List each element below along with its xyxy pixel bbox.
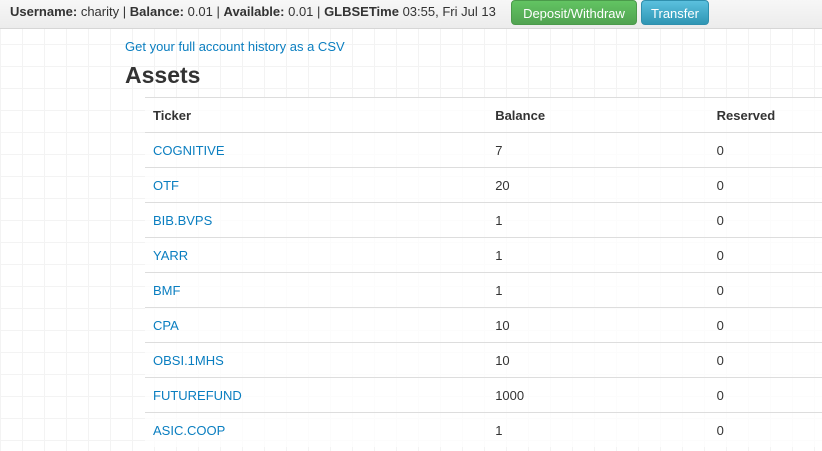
assets-table: Ticker Balance Reserved COGNITIVE 7 0 OTF 20… (145, 97, 822, 447)
username-value: charity (80, 4, 120, 19)
separator: | (122, 4, 127, 19)
csv-history-link[interactable]: Get your full account history as a CSV (125, 39, 345, 54)
reserved-cell: 0 (708, 237, 822, 273)
ticker-link[interactable]: YARR (153, 248, 188, 263)
column-header-ticker: Ticker (145, 97, 488, 133)
reserved-cell: 0 (708, 412, 822, 447)
ticker-cell: OBSI.1MHS (145, 342, 488, 378)
balance-cell: 1000 (487, 377, 709, 413)
page-title: Assets (125, 62, 201, 88)
balance-label: Balance: (129, 4, 184, 19)
reserved-cell: 0 (708, 307, 822, 343)
balance-value: 0.01 (187, 4, 213, 19)
balance-cell: 20 (487, 167, 709, 203)
reserved-cell: 0 (708, 202, 822, 238)
balance-cell: 10 (487, 342, 709, 378)
ticker-link[interactable]: BIB.BVPS (153, 213, 212, 228)
column-header-reserved: Reserved (708, 97, 822, 133)
table-row: YARR 1 0 (145, 237, 822, 273)
ticker-link[interactable]: BMF (153, 283, 180, 298)
separator: | (317, 4, 321, 19)
username-label: Username: (10, 4, 78, 19)
deposit-withdraw-button[interactable]: Deposit/Withdraw (511, 0, 637, 25)
balance-cell: 1 (487, 202, 709, 238)
balance-cell: 1 (487, 272, 709, 308)
reserved-cell: 0 (708, 167, 822, 203)
balance-cell: 7 (487, 132, 709, 168)
reserved-cell: 0 (708, 272, 822, 308)
reserved-cell: 0 (708, 377, 822, 413)
reserved-cell: 0 (708, 342, 822, 378)
ticker-link[interactable]: CPA (153, 318, 179, 333)
reserved-cell: 0 (708, 132, 822, 168)
ticker-link[interactable]: COGNITIVE (153, 143, 225, 158)
available-value: 0.01 (288, 4, 314, 19)
table-row: BMF 1 0 (145, 272, 822, 308)
table-row: FUTUREFUND 1000 0 (145, 377, 822, 413)
balance-cell: 1 (487, 237, 709, 273)
balance-cell: 1 (487, 412, 709, 447)
account-status: Username: charity | Balance: 0.01 | Avai… (10, 4, 496, 20)
ticker-cell: CPA (145, 307, 488, 343)
transfer-button[interactable]: Transfer (641, 0, 709, 25)
table-header-row: Ticker Balance Reserved (145, 97, 822, 133)
table-row: CPA 10 0 (145, 307, 822, 343)
column-header-balance: Balance (487, 97, 709, 133)
ticker-link[interactable]: OTF (153, 178, 179, 193)
table-row: OBSI.1MHS 10 0 (145, 342, 822, 378)
ticker-cell: BMF (145, 272, 488, 308)
ticker-cell: OTF (145, 167, 488, 203)
top-bar: Username: charity | Balance: 0.01 | Avai… (0, 0, 822, 29)
ticker-cell: YARR (145, 237, 488, 273)
ticker-cell: BIB.BVPS (145, 202, 488, 238)
time-label: GLBSETime (324, 4, 399, 19)
table-row: COGNITIVE 7 0 (145, 132, 822, 168)
ticker-link[interactable]: OBSI.1MHS (153, 353, 224, 368)
table-row: ASIC.COOP 1 0 (145, 412, 822, 447)
ticker-link[interactable]: ASIC.COOP (153, 423, 225, 438)
separator: | (216, 4, 220, 19)
table-row: BIB.BVPS 1 0 (145, 202, 822, 238)
time-value: 03:55, Fri Jul 13 (402, 4, 496, 19)
balance-cell: 10 (487, 307, 709, 343)
ticker-link[interactable]: FUTUREFUND (153, 388, 242, 403)
ticker-cell: COGNITIVE (145, 132, 488, 168)
table-row: OTF 20 0 (145, 167, 822, 203)
available-label: Available: (223, 4, 285, 19)
ticker-cell: FUTUREFUND (145, 377, 488, 413)
ticker-cell: ASIC.COOP (145, 412, 488, 447)
assets-table-body: COGNITIVE 7 0 OTF 20 0 BIB.BVPS 1 0 YARR 1 0 BMF 1 0 CP… (145, 132, 822, 447)
